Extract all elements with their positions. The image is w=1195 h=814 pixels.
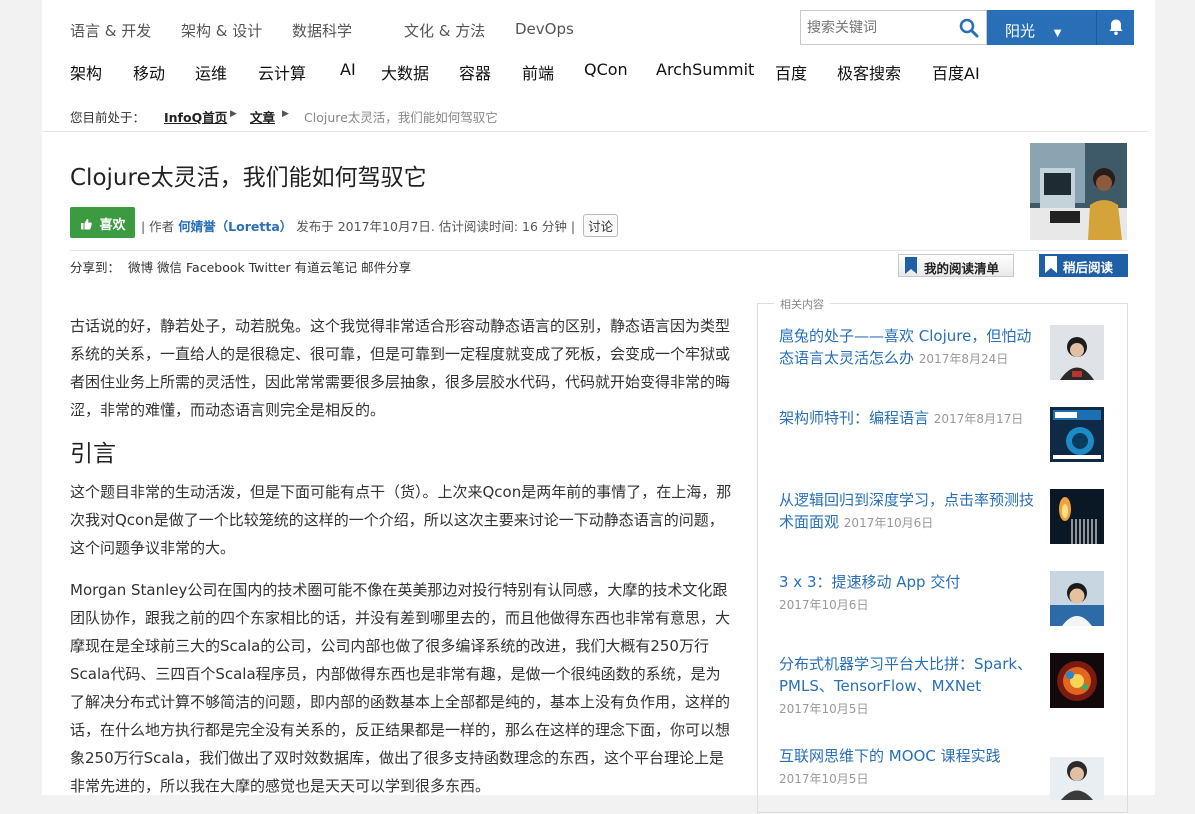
cat-item-bigdata[interactable]: 大数据	[381, 60, 429, 84]
breadcrumb-current: Clojure太灵活，我们能如何驾驭它	[304, 110, 498, 125]
related-thumbnail[interactable]	[1050, 653, 1104, 708]
related-title[interactable]: 架构师特刊：编程语言	[779, 409, 929, 427]
reading-list-label: 我的阅读清单	[924, 261, 1000, 276]
related-title[interactable]: 互联网思维下的 MOOC 课程实践	[779, 747, 1001, 765]
thumbs-up-icon	[80, 218, 92, 230]
share-bar: 分享到： 微博 微信 Facebook Twitter 有道云笔记 邮件分享	[70, 257, 411, 276]
section-heading: 引言	[70, 441, 116, 467]
related-date: 2017年10月6日	[779, 598, 869, 612]
related-date: 2017年10月5日	[779, 702, 869, 716]
breadcrumb-arrow-icon: ▶	[282, 109, 289, 119]
related-thumbnail[interactable]	[1050, 407, 1104, 462]
notifications-button[interactable]	[1096, 10, 1134, 45]
breadcrumb-section[interactable]: 文章	[250, 107, 275, 126]
article-meta: | 作者 何婧誉（Loretta） 发布于 2017年10月7日. 估计阅读时间…	[141, 214, 619, 237]
caret-down-icon: ▼	[1053, 28, 1062, 39]
related-item[interactable]: 架构师特刊：编程语言 2017年8月17日	[779, 407, 1109, 462]
search-icon[interactable]	[959, 18, 979, 38]
related-date: 2017年10月5日	[779, 772, 869, 786]
cat-item-container[interactable]: 容器	[459, 60, 491, 84]
share-weibo[interactable]: 微博	[128, 260, 153, 275]
related-date: 2017年8月24日	[918, 352, 1009, 366]
cat-item-qcon[interactable]: QCon	[584, 60, 628, 79]
topnav-item-datascience[interactable]: 数据科学	[292, 20, 352, 41]
related-item[interactable]: 扈兔的处子——喜欢 Clojure，但怕动态语言太灵活怎么办 2017年8月24…	[779, 325, 1109, 380]
cat-item-archsummit[interactable]: ArchSummit	[656, 60, 754, 79]
related-legend: 相关内容	[774, 296, 830, 312]
share-twitter[interactable]: Twitter	[249, 260, 291, 275]
cat-item-mobile[interactable]: 移动	[133, 60, 165, 84]
related-date: 2017年8月17日	[933, 412, 1024, 426]
divider	[70, 250, 1128, 251]
breadcrumb-home[interactable]: InfoQ首页	[164, 107, 227, 126]
author-link[interactable]: 何婧誉（Loretta）	[178, 219, 292, 234]
share-label: 分享到：	[70, 260, 121, 275]
article-paragraph: Morgan Stanley公司在国内的技术圈可能不像在英美那边对投行特别有认同…	[70, 581, 731, 795]
publish-info: 发布于 2017年10月7日. 估计阅读时间: 16 分钟 |	[296, 219, 576, 234]
share-email[interactable]: 邮件分享	[361, 260, 411, 275]
related-title[interactable]: 分布式机器学习平台大比拼：Spark、PMLS、TensorFlow、MXNet	[779, 655, 1032, 695]
related-item[interactable]: 从逻辑回归到深度学习，点击率预测技术面面观 2017年10月6日	[779, 489, 1109, 544]
cat-item-baiduai[interactable]: 百度AI	[932, 60, 980, 84]
article-body: 古话说的好，静若处子，动若脱兔。这个我觉得非常适合形容动静态语言的区别，静态语言…	[70, 312, 734, 814]
related-thumbnail[interactable]	[1050, 489, 1104, 544]
divider	[42, 131, 1148, 132]
topnav-item-lang[interactable]: 语言 & 开发	[70, 20, 151, 41]
author-prefix: | 作者	[141, 219, 175, 234]
article-hero-image	[1030, 143, 1127, 240]
like-button[interactable]: 喜欢	[70, 207, 135, 238]
cat-item-ai[interactable]: AI	[340, 60, 356, 79]
related-thumbnail[interactable]	[1050, 745, 1104, 800]
reading-list-button[interactable]: 我的阅读清单	[898, 254, 1014, 277]
cat-item-ops[interactable]: 运维	[195, 60, 227, 84]
read-later-label: 稍后阅读	[1063, 260, 1114, 275]
breadcrumb-prefix: 您目前处于：	[70, 110, 146, 125]
page: 语言 & 开发 架构 & 设计 数据科学 文化 & 方法 DevOps 阳光 ▼…	[42, 0, 1155, 813]
related-date: 2017年10月6日	[843, 516, 934, 530]
discuss-button[interactable]: 讨论	[583, 214, 619, 237]
article-paragraph: 古话说的好，静若处子，动若脱兔。这个我觉得非常适合形容动静态语言的区别，静态语言…	[70, 317, 731, 419]
topnav-item-arch[interactable]: 架构 & 设计	[181, 20, 262, 41]
cat-item-frontend[interactable]: 前端	[522, 60, 554, 84]
cat-item-arch[interactable]: 架构	[70, 60, 102, 84]
bell-icon	[1107, 18, 1125, 36]
related-content-panel: 相关内容 扈兔的处子——喜欢 Clojure，但怕动态语言太灵活怎么办 2017…	[757, 296, 1128, 813]
cat-item-cloud[interactable]: 云计算	[258, 60, 306, 84]
share-youdao[interactable]: 有道云笔记	[295, 260, 358, 275]
breadcrumb-arrow-icon: ▶	[230, 109, 237, 119]
related-thumbnail[interactable]	[1050, 325, 1104, 380]
share-facebook[interactable]: Facebook	[186, 260, 245, 275]
user-name: 阳光	[1005, 22, 1036, 40]
related-item[interactable]: 分布式机器学习平台大比拼：Spark、PMLS、TensorFlow、MXNet…	[779, 653, 1109, 720]
article-title: Clojure太灵活，我们能如何驾驭它	[70, 165, 427, 191]
bookmark-icon	[905, 257, 917, 274]
like-label: 喜欢	[99, 218, 126, 233]
related-title[interactable]: 3 x 3：提速移动 App 交付	[779, 573, 960, 591]
topnav-item-devops[interactable]: DevOps	[515, 20, 574, 38]
read-later-button[interactable]: 稍后阅读	[1039, 254, 1128, 277]
topnav-item-culture[interactable]: 文化 & 方法	[404, 20, 485, 41]
cat-item-geeksearch[interactable]: 极客搜索	[837, 60, 901, 84]
search-input[interactable]	[801, 11, 951, 44]
bookmark-icon	[1045, 256, 1057, 273]
cat-item-baidu[interactable]: 百度	[775, 60, 807, 84]
share-wechat[interactable]: 微信	[157, 260, 182, 275]
user-menu-button[interactable]: 阳光 ▼	[987, 10, 1096, 45]
article-paragraph: 这个题目非常的生动活泼，但是下面可能有点干（货）。上次来Qcon是两年前的事情了…	[70, 483, 732, 557]
search-box	[800, 10, 987, 45]
related-item[interactable]: 互联网思维下的 MOOC 课程实践 2017年10月5日	[779, 745, 1109, 800]
related-thumbnail[interactable]	[1050, 571, 1104, 626]
related-item[interactable]: 3 x 3：提速移动 App 交付 2017年10月6日	[779, 571, 1109, 626]
